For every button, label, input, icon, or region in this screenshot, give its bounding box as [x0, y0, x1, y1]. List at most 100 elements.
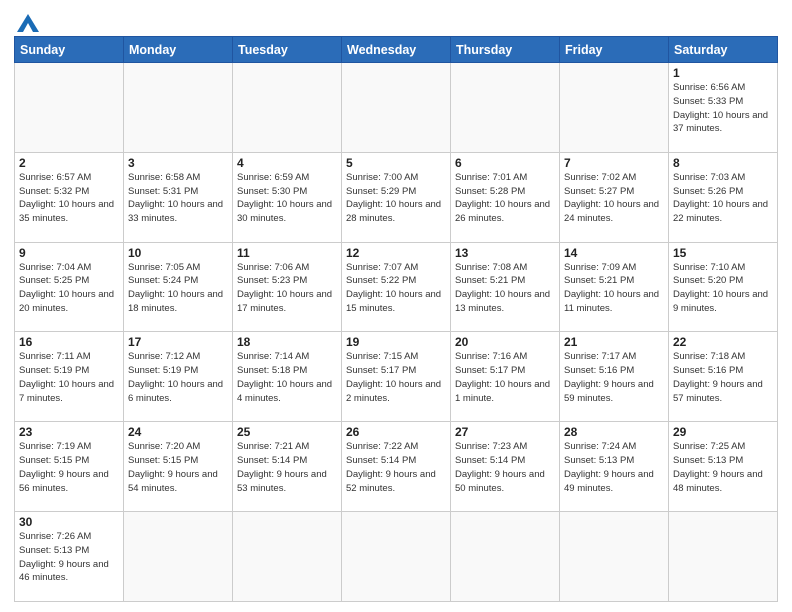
- day-number: 7: [564, 156, 664, 170]
- day-info: Sunrise: 7:12 AMSunset: 5:19 PMDaylight:…: [128, 350, 228, 405]
- calendar-cell: 8Sunrise: 7:03 AMSunset: 5:26 PMDaylight…: [669, 152, 778, 242]
- calendar-cell: 10Sunrise: 7:05 AMSunset: 5:24 PMDayligh…: [124, 242, 233, 332]
- calendar-cell: [342, 512, 451, 602]
- calendar-cell: 13Sunrise: 7:08 AMSunset: 5:21 PMDayligh…: [451, 242, 560, 332]
- day-number: 8: [673, 156, 773, 170]
- day-info: Sunrise: 7:25 AMSunset: 5:13 PMDaylight:…: [673, 440, 773, 495]
- calendar-cell: 15Sunrise: 7:10 AMSunset: 5:20 PMDayligh…: [669, 242, 778, 332]
- day-info: Sunrise: 7:09 AMSunset: 5:21 PMDaylight:…: [564, 261, 664, 316]
- day-info: Sunrise: 7:18 AMSunset: 5:16 PMDaylight:…: [673, 350, 773, 405]
- calendar-table: SundayMondayTuesdayWednesdayThursdayFrid…: [14, 36, 778, 602]
- calendar-cell: 4Sunrise: 6:59 AMSunset: 5:30 PMDaylight…: [233, 152, 342, 242]
- day-number: 3: [128, 156, 228, 170]
- day-number: 24: [128, 425, 228, 439]
- day-info: Sunrise: 7:16 AMSunset: 5:17 PMDaylight:…: [455, 350, 555, 405]
- day-number: 25: [237, 425, 337, 439]
- weekday-header-monday: Monday: [124, 37, 233, 63]
- logo: [14, 10, 39, 32]
- calendar-cell: 19Sunrise: 7:15 AMSunset: 5:17 PMDayligh…: [342, 332, 451, 422]
- logo-icon: [17, 14, 39, 32]
- calendar-week-row: 9Sunrise: 7:04 AMSunset: 5:25 PMDaylight…: [15, 242, 778, 332]
- day-info: Sunrise: 6:57 AMSunset: 5:32 PMDaylight:…: [19, 171, 119, 226]
- day-info: Sunrise: 7:08 AMSunset: 5:21 PMDaylight:…: [455, 261, 555, 316]
- day-number: 9: [19, 246, 119, 260]
- calendar-cell: [15, 63, 124, 153]
- calendar-cell: [451, 63, 560, 153]
- calendar-cell: [233, 63, 342, 153]
- calendar-cell: 23Sunrise: 7:19 AMSunset: 5:15 PMDayligh…: [15, 422, 124, 512]
- calendar-cell: 18Sunrise: 7:14 AMSunset: 5:18 PMDayligh…: [233, 332, 342, 422]
- day-number: 12: [346, 246, 446, 260]
- day-number: 19: [346, 335, 446, 349]
- day-number: 21: [564, 335, 664, 349]
- weekday-header-thursday: Thursday: [451, 37, 560, 63]
- calendar-cell: [560, 512, 669, 602]
- weekday-header-saturday: Saturday: [669, 37, 778, 63]
- day-number: 22: [673, 335, 773, 349]
- calendar-cell: [669, 512, 778, 602]
- calendar-cell: [124, 63, 233, 153]
- day-number: 27: [455, 425, 555, 439]
- day-info: Sunrise: 7:15 AMSunset: 5:17 PMDaylight:…: [346, 350, 446, 405]
- day-number: 1: [673, 66, 773, 80]
- day-info: Sunrise: 7:17 AMSunset: 5:16 PMDaylight:…: [564, 350, 664, 405]
- calendar-cell: 26Sunrise: 7:22 AMSunset: 5:14 PMDayligh…: [342, 422, 451, 512]
- header: [14, 10, 778, 32]
- calendar-cell: [342, 63, 451, 153]
- day-info: Sunrise: 7:07 AMSunset: 5:22 PMDaylight:…: [346, 261, 446, 316]
- day-number: 18: [237, 335, 337, 349]
- day-info: Sunrise: 7:01 AMSunset: 5:28 PMDaylight:…: [455, 171, 555, 226]
- day-info: Sunrise: 7:19 AMSunset: 5:15 PMDaylight:…: [19, 440, 119, 495]
- calendar-week-row: 1Sunrise: 6:56 AMSunset: 5:33 PMDaylight…: [15, 63, 778, 153]
- calendar-week-row: 30Sunrise: 7:26 AMSunset: 5:13 PMDayligh…: [15, 512, 778, 602]
- calendar-cell: 27Sunrise: 7:23 AMSunset: 5:14 PMDayligh…: [451, 422, 560, 512]
- day-number: 26: [346, 425, 446, 439]
- day-number: 6: [455, 156, 555, 170]
- calendar-week-row: 16Sunrise: 7:11 AMSunset: 5:19 PMDayligh…: [15, 332, 778, 422]
- calendar-cell: 12Sunrise: 7:07 AMSunset: 5:22 PMDayligh…: [342, 242, 451, 332]
- calendar-cell: [451, 512, 560, 602]
- day-number: 29: [673, 425, 773, 439]
- day-info: Sunrise: 7:22 AMSunset: 5:14 PMDaylight:…: [346, 440, 446, 495]
- calendar-cell: 30Sunrise: 7:26 AMSunset: 5:13 PMDayligh…: [15, 512, 124, 602]
- day-number: 23: [19, 425, 119, 439]
- day-number: 30: [19, 515, 119, 529]
- day-info: Sunrise: 7:10 AMSunset: 5:20 PMDaylight:…: [673, 261, 773, 316]
- day-info: Sunrise: 7:05 AMSunset: 5:24 PMDaylight:…: [128, 261, 228, 316]
- day-number: 5: [346, 156, 446, 170]
- calendar-cell: 29Sunrise: 7:25 AMSunset: 5:13 PMDayligh…: [669, 422, 778, 512]
- calendar-cell: 3Sunrise: 6:58 AMSunset: 5:31 PMDaylight…: [124, 152, 233, 242]
- calendar-cell: 21Sunrise: 7:17 AMSunset: 5:16 PMDayligh…: [560, 332, 669, 422]
- calendar-cell: 20Sunrise: 7:16 AMSunset: 5:17 PMDayligh…: [451, 332, 560, 422]
- calendar-cell: 17Sunrise: 7:12 AMSunset: 5:19 PMDayligh…: [124, 332, 233, 422]
- day-info: Sunrise: 7:04 AMSunset: 5:25 PMDaylight:…: [19, 261, 119, 316]
- day-info: Sunrise: 6:58 AMSunset: 5:31 PMDaylight:…: [128, 171, 228, 226]
- calendar-cell: [233, 512, 342, 602]
- day-info: Sunrise: 7:00 AMSunset: 5:29 PMDaylight:…: [346, 171, 446, 226]
- day-number: 13: [455, 246, 555, 260]
- calendar-cell: 7Sunrise: 7:02 AMSunset: 5:27 PMDaylight…: [560, 152, 669, 242]
- day-info: Sunrise: 7:03 AMSunset: 5:26 PMDaylight:…: [673, 171, 773, 226]
- calendar-cell: 1Sunrise: 6:56 AMSunset: 5:33 PMDaylight…: [669, 63, 778, 153]
- day-number: 2: [19, 156, 119, 170]
- calendar-cell: [124, 512, 233, 602]
- calendar-cell: 9Sunrise: 7:04 AMSunset: 5:25 PMDaylight…: [15, 242, 124, 332]
- day-number: 11: [237, 246, 337, 260]
- day-number: 17: [128, 335, 228, 349]
- day-info: Sunrise: 7:14 AMSunset: 5:18 PMDaylight:…: [237, 350, 337, 405]
- day-info: Sunrise: 7:20 AMSunset: 5:15 PMDaylight:…: [128, 440, 228, 495]
- day-number: 15: [673, 246, 773, 260]
- day-number: 16: [19, 335, 119, 349]
- day-info: Sunrise: 6:59 AMSunset: 5:30 PMDaylight:…: [237, 171, 337, 226]
- calendar-cell: 28Sunrise: 7:24 AMSunset: 5:13 PMDayligh…: [560, 422, 669, 512]
- calendar-week-row: 23Sunrise: 7:19 AMSunset: 5:15 PMDayligh…: [15, 422, 778, 512]
- calendar-cell: 6Sunrise: 7:01 AMSunset: 5:28 PMDaylight…: [451, 152, 560, 242]
- calendar-week-row: 2Sunrise: 6:57 AMSunset: 5:32 PMDaylight…: [15, 152, 778, 242]
- day-number: 14: [564, 246, 664, 260]
- calendar-cell: 16Sunrise: 7:11 AMSunset: 5:19 PMDayligh…: [15, 332, 124, 422]
- day-number: 10: [128, 246, 228, 260]
- calendar-cell: 14Sunrise: 7:09 AMSunset: 5:21 PMDayligh…: [560, 242, 669, 332]
- day-info: Sunrise: 7:02 AMSunset: 5:27 PMDaylight:…: [564, 171, 664, 226]
- weekday-header-wednesday: Wednesday: [342, 37, 451, 63]
- weekday-header-sunday: Sunday: [15, 37, 124, 63]
